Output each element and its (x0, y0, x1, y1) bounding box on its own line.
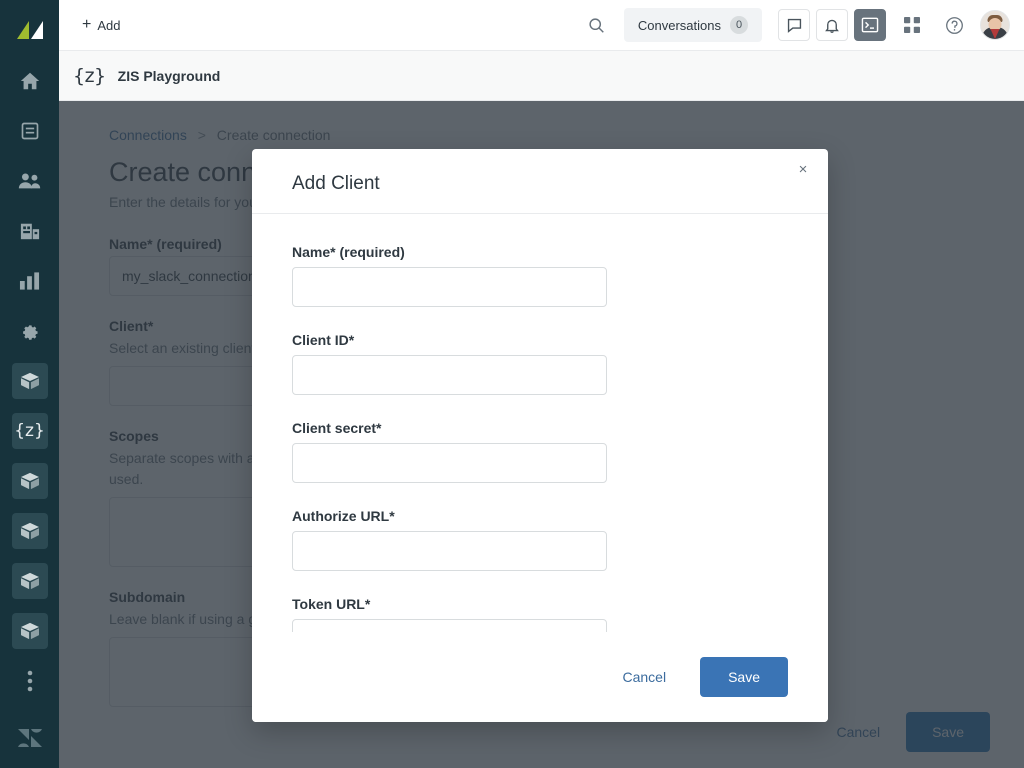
sidebar-item-views[interactable] (12, 113, 48, 149)
more-vertical-icon (27, 670, 33, 692)
zis-brace-z-icon: {z} (14, 421, 45, 441)
add-client-modal: Add Client × Name* (required) Client ID*… (252, 149, 828, 722)
top-navigation-bar: + Add Conversations 0 (59, 0, 1024, 51)
app-root: {z} (0, 0, 1024, 768)
modal-client-id-label: Client ID* (292, 332, 788, 348)
help-question-icon[interactable] (938, 9, 970, 41)
top-bar-actions: Conversations 0 (580, 8, 1024, 42)
sidebar-item-zis-playground[interactable]: {z} (12, 413, 48, 449)
product-rail: {z} (0, 0, 59, 768)
modal-token-url-label: Token URL* (292, 596, 788, 612)
zis-playground-header: {z} ZIS Playground (59, 51, 1024, 101)
bell-icon (824, 17, 840, 34)
sidebar-item-organizations[interactable] (12, 213, 48, 249)
modal-footer: Cancel Save (252, 632, 828, 722)
modal-name-input[interactable] (292, 267, 607, 307)
modal-field-token-url: Token URL* (292, 596, 788, 632)
modal-authorize-url-input[interactable] (292, 531, 607, 571)
add-button-label: Add (97, 18, 120, 33)
terminal-icon (861, 17, 879, 33)
search-icon[interactable] (580, 8, 614, 42)
zendesk-product-logo-icon[interactable] (8, 10, 52, 50)
zis-brace-z-icon: {z} (73, 65, 106, 87)
sidebar-item-more[interactable] (12, 663, 48, 699)
modal-client-secret-label: Client secret* (292, 420, 788, 436)
chat-bubble-icon-button[interactable] (778, 9, 810, 41)
plus-icon: + (82, 17, 91, 33)
modal-client-secret-input[interactable] (292, 443, 607, 483)
sidebar-item-customers[interactable] (12, 163, 48, 199)
sidebar-item-settings[interactable] (12, 313, 48, 349)
zendesk-logo-icon[interactable] (12, 720, 48, 756)
modal-name-label: Name* (required) (292, 244, 788, 260)
bell-icon-button[interactable] (816, 9, 848, 41)
modal-authorize-url-label: Authorize URL* (292, 508, 788, 524)
modal-client-id-input[interactable] (292, 355, 607, 395)
sidebar-item-app-1[interactable] (12, 363, 48, 399)
sidebar-item-app-5[interactable] (12, 613, 48, 649)
modal-field-name: Name* (required) (292, 244, 788, 332)
user-avatar[interactable] (980, 10, 1010, 40)
chat-bubble-icon (786, 17, 803, 34)
sidebar-item-app-2[interactable] (12, 463, 48, 499)
add-button[interactable]: + Add (73, 12, 129, 38)
sidebar-item-app-4[interactable] (12, 563, 48, 599)
sidebar-item-home[interactable] (12, 63, 48, 99)
close-icon[interactable]: × (790, 156, 816, 182)
sidebar-item-app-3[interactable] (12, 513, 48, 549)
modal-token-url-input[interactable] (292, 619, 607, 632)
apps-grid-icon[interactable] (896, 9, 928, 41)
modal-body: Name* (required) Client ID* Client secre… (252, 214, 828, 632)
modal-field-client-secret: Client secret* (292, 420, 788, 508)
modal-save-button[interactable]: Save (700, 657, 788, 697)
modal-header: Add Client × (252, 149, 828, 214)
sidebar-item-reporting[interactable] (12, 263, 48, 299)
page-title: ZIS Playground (118, 68, 221, 84)
conversations-count-badge: 0 (730, 16, 748, 34)
modal-field-authorize-url: Authorize URL* (292, 508, 788, 596)
modal-cancel-button[interactable]: Cancel (622, 669, 666, 685)
modal-title: Add Client (292, 173, 788, 195)
terminal-icon-button[interactable] (854, 9, 886, 41)
conversations-pill[interactable]: Conversations 0 (624, 8, 762, 42)
conversations-label: Conversations (638, 18, 721, 33)
modal-field-client-id: Client ID* (292, 332, 788, 420)
